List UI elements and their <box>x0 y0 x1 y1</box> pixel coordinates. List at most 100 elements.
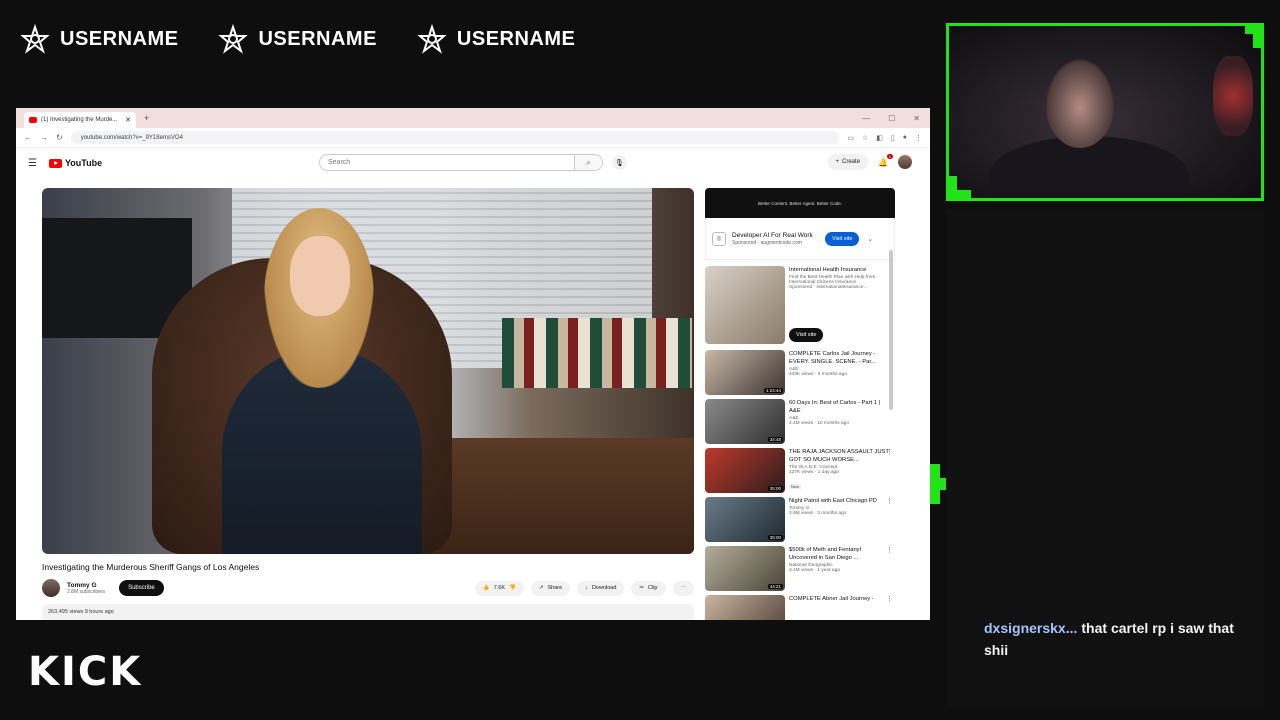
video-thumbnail[interactable]: 35:00 <box>705 448 785 493</box>
extensions-icon[interactable]: ◧ <box>876 134 883 142</box>
video-thumbnail[interactable] <box>705 266 785 344</box>
frame-corner-bottom-left-v <box>949 176 957 198</box>
subscribe-button[interactable]: Subscribe <box>119 580 164 596</box>
recommendation-item[interactable]: 44:21 $500k of Meth and Fentanyl Uncovere… <box>705 546 895 595</box>
url-text: youtube.com/watch?v=_9Y18emsVO4 <box>80 134 183 141</box>
back-icon[interactable]: ← <box>24 133 32 142</box>
recommendation-item[interactable]: 1:24:44 COMPLETE Carlos Jail Journey - EV… <box>705 350 895 399</box>
view-count: 127K views · 1 day ago <box>789 470 839 475</box>
recommendation-meta: 60 Days In: Best of Carlos - Part 1 | A&… <box>789 399 889 448</box>
social-links: USERNAME USERNAME USERNAME <box>20 24 575 54</box>
like-count: 7.6K <box>493 585 506 591</box>
recommendation-list: International Health Insurance Find the B… <box>705 266 895 620</box>
channel-info: Tommy G 2.8M subscribers <box>67 582 105 595</box>
social-username: USERNAME <box>258 27 377 50</box>
recommendation-item[interactable]: 35:00 THE RAJA JACKSON ASSAULT JUST GOT S… <box>705 448 895 497</box>
browser-window: (1) Investigating the Murde... ✕ + — ☐ ✕… <box>16 108 930 620</box>
microphone-icon[interactable]: 🎙 <box>612 155 627 170</box>
browser-tab[interactable]: (1) Investigating the Murde... ✕ <box>24 112 136 128</box>
more-options-icon[interactable]: ⋮ <box>886 497 893 505</box>
video-thumbnail[interactable]: 35:00 <box>705 497 785 542</box>
minimize-icon[interactable]: — <box>862 114 870 123</box>
new-badge: New <box>789 484 802 489</box>
social-link-3[interactable]: USERNAME <box>417 24 575 54</box>
reload-icon[interactable]: ↻ <box>56 133 63 142</box>
bookmark-star-icon[interactable]: ☆ <box>862 134 868 142</box>
search-input[interactable]: Search <box>320 159 574 166</box>
user-avatar[interactable] <box>898 155 912 169</box>
view-count: 3.9M views · 3 months ago <box>789 511 847 516</box>
tab-bar: (1) Investigating the Murde... ✕ + — ☐ ✕ <box>16 108 930 128</box>
recommendation-item[interactable]: 34:48 60 Days In: Best of Carlos - Part 1… <box>705 399 895 448</box>
video-thumbnail[interactable]: 1:24:44 <box>705 350 785 395</box>
like-button[interactable]: 👍 7.6K 👎 <box>474 580 524 596</box>
social-username: USERNAME <box>456 27 576 50</box>
scissors-icon: ✂ <box>639 585 645 591</box>
description-box[interactable]: 263,495 views 9 hours ago <box>42 604 694 620</box>
forward-icon[interactable]: → <box>40 133 48 142</box>
chevron-down-icon[interactable]: ⌄ <box>867 235 873 243</box>
download-label: Download <box>591 585 617 591</box>
ad-sponsor: Sponsored · augmentcode.com <box>732 240 802 246</box>
sidebar-icon[interactable]: ▯ <box>891 134 895 142</box>
channel-name[interactable]: Tommy G <box>67 582 105 589</box>
video-duration: 35:00 <box>767 535 783 540</box>
social-link-1[interactable]: USERNAME <box>20 24 178 54</box>
more-options-icon[interactable]: ⋮ <box>886 595 893 603</box>
download-button[interactable]: ↓ Download <box>577 580 625 596</box>
ad-text: Developer AI For Real Work Sponsored · a… <box>732 231 817 246</box>
create-button[interactable]: + Create <box>827 154 869 170</box>
video-title: COMPLETE Abner Jail Journey - <box>789 596 874 602</box>
video-thumbnail[interactable]: 34:48 <box>705 399 785 444</box>
visit-site-button[interactable]: Visit site <box>789 328 824 342</box>
thumbs-up-icon: 👍 <box>482 585 490 591</box>
clip-button[interactable]: ✂ Clip <box>631 580 666 596</box>
subscriber-count: 2.8M subscribers <box>67 588 106 595</box>
ad-row[interactable]: ◎ Developer AI For Real Work Sponsored ·… <box>705 218 895 260</box>
ad-banner[interactable]: Better Content. Better Agent. Better Cod… <box>705 188 895 218</box>
scrollbar[interactable] <box>889 250 893 410</box>
youtube-logo[interactable]: YouTube <box>48 158 102 168</box>
new-tab-icon[interactable]: + <box>144 113 149 123</box>
search-bar: Search ⌕ <box>319 154 603 171</box>
thumbs-down-icon[interactable]: 👎 <box>509 585 516 591</box>
social-link-2[interactable]: USERNAME <box>218 24 376 54</box>
cast-icon[interactable]: ▭ <box>847 134 854 142</box>
maximize-icon[interactable]: ☐ <box>888 114 895 123</box>
video-thumbnail[interactable] <box>705 595 785 620</box>
recommendation-item[interactable]: International Health Insurance Find the B… <box>705 266 895 350</box>
star-logo-icon <box>20 24 50 54</box>
video-player[interactable] <box>42 188 694 554</box>
channel-row: Tommy G 2.8M subscribers Subscribe 👍 7.6K… <box>42 578 694 598</box>
person-face <box>290 236 350 316</box>
webcam-person-head <box>1045 58 1115 148</box>
video-title: THE RAJA JACKSON ASSAULT JUST GOT SO MUC… <box>789 449 889 463</box>
recommendation-item[interactable]: 35:00 Night Patrol with East Chicago PD To… <box>705 497 895 546</box>
webcam-background-plush <box>1213 56 1253 136</box>
video-thumbnail[interactable]: 44:21 <box>705 546 785 591</box>
profile-icon[interactable]: ● <box>903 134 907 142</box>
more-actions-button[interactable]: ⋯ <box>672 580 694 596</box>
recommendation-item[interactable]: COMPLETE Abner Jail Journey - ⋮ <box>705 595 895 620</box>
chat-username[interactable]: dxsignerskx... <box>984 620 1077 636</box>
visit-site-button[interactable]: Visit site <box>825 231 860 246</box>
menu-dots-icon[interactable]: ⋮ <box>915 134 922 142</box>
close-window-icon[interactable]: ✕ <box>913 114 920 123</box>
star-logo-icon <box>218 24 249 54</box>
youtube-play-icon <box>48 158 62 168</box>
hamburger-menu-icon[interactable]: ☰ <box>28 158 37 169</box>
more-options-icon[interactable]: ⋮ <box>886 546 893 554</box>
recommendation-meta: COMPLETE Carlos Jail Journey - EVERY. SI… <box>789 350 889 399</box>
tab-title: (1) Investigating the Murde... <box>41 117 118 123</box>
notifications-bell-icon[interactable]: 🔔 1 <box>878 153 893 167</box>
search-icon[interactable]: ⌕ <box>574 155 602 170</box>
create-label: Create <box>842 159 861 165</box>
tab-close-icon[interactable]: ✕ <box>125 116 131 124</box>
url-input[interactable]: youtube.com/watch?v=_9Y18emsVO4 <box>70 131 840 144</box>
video-title: COMPLETE Carlos Jail Journey - EVERY. SI… <box>789 351 876 365</box>
more-options-icon[interactable]: ⋮ <box>886 448 893 456</box>
video-scene-person <box>202 208 442 554</box>
address-icons: ▭ ☆ ◧ ▯ ● ⋮ <box>847 134 922 142</box>
share-button[interactable]: ↗ Share <box>530 580 571 596</box>
channel-avatar[interactable] <box>42 579 60 597</box>
